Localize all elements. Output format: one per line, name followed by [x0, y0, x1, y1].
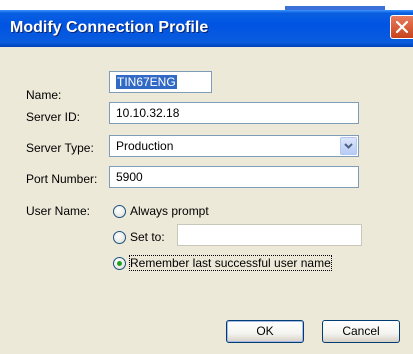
- radio-button[interactable]: [113, 205, 126, 218]
- close-button[interactable]: [390, 15, 413, 39]
- server-type-label: Server Type:: [26, 141, 94, 155]
- port-number-value: 5900: [116, 170, 143, 184]
- port-number-label: Port Number:: [26, 172, 98, 186]
- server-id-field[interactable]: 10.10.32.18: [109, 102, 359, 124]
- server-id-label: Server ID:: [26, 110, 81, 124]
- server-id-value: 10.10.32.18: [116, 106, 180, 120]
- radio-button[interactable]: [113, 231, 126, 244]
- dialog-window: Modify Connection Profile Name: TIN67ENG…: [0, 0, 413, 354]
- name-field[interactable]: TIN67ENG: [109, 71, 212, 93]
- always-prompt-label: Always prompt: [130, 204, 209, 218]
- dropdown-button[interactable]: [340, 137, 357, 155]
- user-name-label: User Name:: [26, 204, 91, 218]
- set-to-field[interactable]: [177, 224, 362, 246]
- set-to-label: Set to:: [130, 230, 165, 244]
- name-value: TIN67ENG: [116, 75, 177, 89]
- server-type-value: Production: [116, 139, 174, 153]
- port-number-field[interactable]: 5900: [109, 166, 359, 188]
- radio-button-selected[interactable]: [113, 257, 126, 270]
- background-strip: [0, 0, 413, 10]
- cancel-button[interactable]: Cancel: [322, 320, 400, 343]
- radio-dot: [117, 261, 122, 266]
- chevron-down-icon: [344, 143, 353, 149]
- remember-user-radio[interactable]: Remember last successful user name: [113, 255, 343, 272]
- server-type-select[interactable]: Production: [109, 135, 359, 157]
- remember-user-label: Remember last successful user name: [129, 255, 332, 271]
- dialog-title: Modify Connection Profile: [10, 19, 209, 36]
- close-icon: [396, 21, 408, 33]
- always-prompt-radio[interactable]: Always prompt: [113, 204, 233, 220]
- ok-button[interactable]: OK: [226, 320, 304, 343]
- name-label: Name:: [26, 88, 62, 102]
- set-to-radio[interactable]: Set to:: [113, 230, 183, 246]
